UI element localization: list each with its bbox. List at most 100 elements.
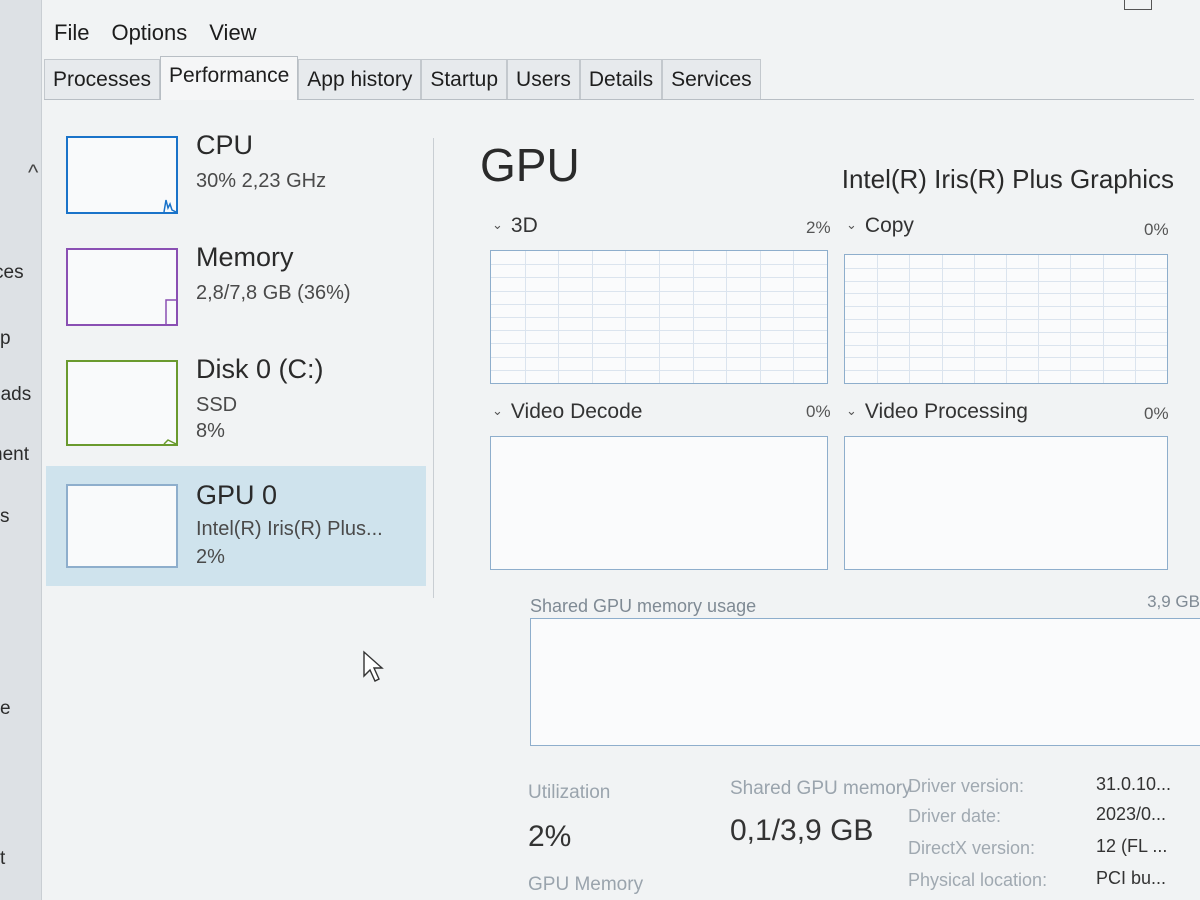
graph-label: Video Decode — [510, 400, 643, 423]
graph-video-decode — [490, 436, 828, 570]
graph-label: Video Processing — [864, 400, 1028, 423]
chevron-down-icon: ⌄ — [492, 403, 503, 418]
sidebar-item-title: Disk 0 (C:) — [196, 354, 324, 384]
sidebar-item-title: GPU 0 — [196, 480, 278, 510]
task-manager-window: File Options View Processes Performance … — [42, 0, 1200, 900]
graph-video-processing — [844, 436, 1168, 570]
grid-line — [845, 370, 1167, 371]
sidebar-item-gpu[interactable]: GPU 0 Intel(R) Iris(R) Plus... 2% — [46, 466, 426, 586]
grid-line — [845, 357, 1167, 358]
menu-view[interactable]: View — [209, 20, 256, 46]
grid-line — [491, 343, 827, 344]
physical-location-value: PCI bu... — [1096, 868, 1167, 888]
menu-bar: File Options View — [42, 0, 1200, 58]
tab-users[interactable]: Users — [507, 59, 580, 99]
grid-line — [845, 319, 1167, 320]
tab-app-history[interactable]: App history — [298, 59, 422, 99]
shared-memory-label: Shared GPU memory — [730, 778, 912, 799]
physical-location-label: Physical location: — [908, 870, 1048, 890]
graph-copy — [844, 254, 1168, 384]
graph-copy-selector[interactable]: ⌄ Copy — [846, 214, 914, 238]
disk-thumbnail-graph — [66, 360, 178, 446]
edge-fragment: t — [0, 848, 6, 869]
page-title: GPU — [480, 139, 580, 191]
grid-line — [491, 264, 827, 265]
tab-bar: Processes Performance App history Startu… — [44, 56, 1194, 100]
menu-file[interactable]: File — [54, 20, 89, 46]
grid-line — [845, 306, 1167, 307]
tab-details[interactable]: Details — [579, 59, 663, 99]
graph-video-decode-selector[interactable]: ⌄ Video Decode — [492, 400, 642, 424]
edge-fragment: s — [0, 506, 10, 527]
grid-line — [491, 370, 827, 371]
grid-line — [845, 332, 1167, 333]
driver-date-label: Driver date: — [908, 806, 1002, 826]
edge-fragment: nent — [0, 444, 29, 465]
shared-memory-graph-label: Shared GPU memory usage — [530, 596, 757, 616]
utilization-label: Utilization — [528, 782, 611, 803]
shared-memory-max-label: 3,9 GB — [1147, 592, 1200, 611]
chevron-down-icon: ⌄ — [846, 403, 857, 418]
sidebar-item-cpu[interactable]: CPU 30% 2,23 GHz — [46, 130, 426, 248]
tab-performance[interactable]: Performance — [160, 56, 299, 100]
driver-date-value: 2023/0... — [1096, 804, 1167, 824]
graph-3d-selector[interactable]: ⌄ 3D — [492, 214, 538, 238]
mouse-cursor-icon — [363, 650, 384, 682]
sidebar-item-title: CPU — [196, 130, 254, 160]
tab-processes[interactable]: Processes — [44, 59, 161, 99]
graph-label: 3D — [510, 214, 538, 237]
graph-value: 0% — [806, 402, 831, 421]
menu-options[interactable]: Options — [111, 20, 187, 46]
sidebar-item-title: Memory — [196, 242, 294, 272]
driver-version-label: Driver version: — [908, 776, 1025, 796]
performance-sidebar: CPU 30% 2,23 GHz Memory 2,8/7,8 GB (36%)… — [42, 130, 432, 900]
gpu-thumbnail-graph — [66, 484, 178, 568]
sidebar-item-percent: 2% — [196, 546, 225, 568]
grid-line — [845, 281, 1167, 282]
sidebar-item-detail: SSD — [196, 394, 238, 416]
grid-line — [845, 293, 1167, 294]
grid-line — [491, 291, 827, 292]
graph-value: 2% — [806, 218, 831, 237]
sidebar-item-disk[interactable]: Disk 0 (C:) SSD 8% — [46, 354, 426, 472]
sidebar-item-percent: 8% — [196, 420, 225, 442]
sidebar-item-detail: 2,8/7,8 GB (36%) — [196, 282, 351, 304]
tab-startup[interactable]: Startup — [421, 59, 508, 99]
graph-label: Copy — [864, 214, 914, 237]
edge-fragment: pads — [0, 384, 32, 405]
edge-fragment: p — [0, 328, 11, 349]
grid-line — [845, 345, 1167, 346]
background-window-edge: ^ ces p pads nent s e t — [0, 0, 42, 900]
chevron-up-icon: ^ — [28, 160, 39, 185]
grid-line — [491, 330, 827, 331]
sidebar-item-detail: 30% 2,23 GHz — [196, 170, 327, 192]
grid-line — [845, 268, 1167, 269]
gpu-model-name: Intel(R) Iris(R) Plus Graphics — [841, 164, 1174, 194]
sidebar-divider — [433, 138, 434, 598]
grid-line — [491, 317, 827, 318]
sidebar-item-detail: Intel(R) Iris(R) Plus... — [196, 518, 383, 540]
grid-line — [491, 277, 827, 278]
utilization-value: 2% — [528, 820, 572, 853]
chevron-down-icon: ⌄ — [492, 217, 503, 232]
graph-value: 0% — [1144, 220, 1169, 239]
grid-line — [491, 304, 827, 305]
graph-value: 0% — [1144, 404, 1169, 423]
gpu-memory-label: GPU Memory — [528, 874, 644, 895]
shared-memory-value: 0,1/3,9 GB — [730, 814, 874, 847]
gpu-detail-panel: GPU Intel(R) Iris(R) Plus Graphics ⌄ 3D 2… — [472, 130, 1200, 900]
tab-services[interactable]: Services — [662, 59, 761, 99]
graph-video-processing-selector[interactable]: ⌄ Video Processing — [846, 400, 1028, 424]
directx-version-label: DirectX version: — [908, 838, 1036, 858]
shared-memory-graph — [530, 618, 1200, 746]
edge-fragment: e — [0, 698, 11, 719]
directx-version-value: 12 (FL ... — [1096, 836, 1168, 856]
memory-thumbnail-graph — [66, 248, 178, 326]
chevron-down-icon: ⌄ — [846, 217, 857, 232]
sidebar-item-memory[interactable]: Memory 2,8/7,8 GB (36%) — [46, 242, 426, 360]
cpu-thumbnail-graph — [66, 136, 178, 214]
graph-3d — [490, 250, 828, 384]
grid-line — [491, 357, 827, 358]
driver-version-value: 31.0.10... — [1096, 774, 1172, 794]
edge-fragment: ces — [0, 262, 24, 283]
